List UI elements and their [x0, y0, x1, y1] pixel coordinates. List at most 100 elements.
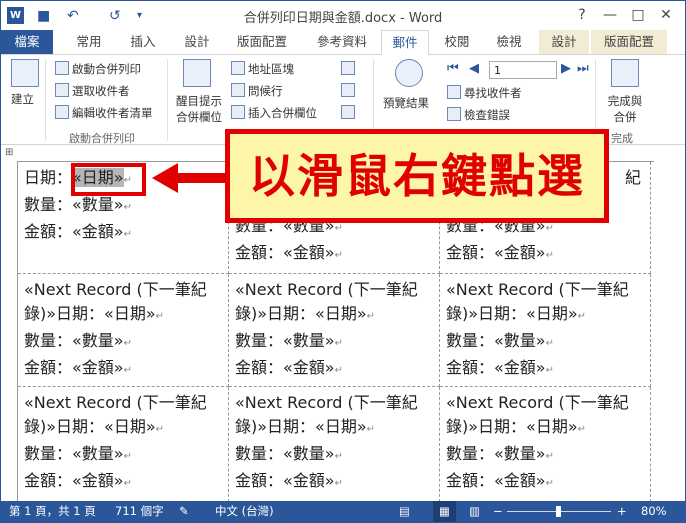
undo-icon[interactable]: ↶ [67, 6, 79, 26]
rules-icon[interactable] [341, 61, 358, 77]
tab-design[interactable]: 設計 [175, 30, 219, 54]
page-count[interactable]: 第 1 頁，共 1 頁 [9, 501, 96, 522]
edit-list-icon [55, 105, 69, 119]
find-recipient-label: 尋找收件者 [464, 86, 522, 100]
tab-review[interactable]: 校閱 [435, 30, 479, 54]
record-number-input[interactable]: 1 [489, 61, 557, 79]
select-recipients-button[interactable]: 選取收件者 [55, 83, 130, 99]
table-cell[interactable]: «Next Record (下一筆紀 錄)»日期：«日期»↵ 數量：«數量»↵ … [440, 274, 651, 387]
tab-home[interactable]: 常用 [67, 30, 111, 54]
zoom-in-button[interactable]: + [617, 501, 627, 522]
preview-results-button[interactable]: 預覽結果 [383, 95, 429, 111]
paragraph-mark: ↵ [577, 311, 587, 322]
qty-line: 數量：«數量» [446, 331, 546, 350]
next-record-icon[interactable]: ▶ [561, 61, 571, 76]
paragraph-mark: ↵ [123, 365, 132, 376]
minimize-button[interactable]: — [599, 5, 621, 25]
table-move-handle-icon[interactable]: ⊞ [5, 147, 13, 158]
amount-line: 金額：«金額» [24, 222, 124, 241]
zoom-slider-thumb[interactable] [556, 506, 561, 517]
amount-line: 金額：«金額» [446, 471, 546, 490]
web-layout-icon[interactable]: ▥ [469, 501, 480, 522]
redo-icon[interactable]: ↺ [109, 6, 121, 26]
address-block-button[interactable]: 地址區塊 [231, 61, 294, 77]
cell-line: 金額：«金額»↵ [446, 469, 645, 496]
paragraph-mark: ↵ [334, 250, 343, 261]
paragraph-mark: ↵ [545, 223, 554, 234]
match-fields-icon[interactable] [341, 83, 358, 99]
first-record-icon[interactable]: ⏮ [447, 61, 459, 76]
create-button[interactable]: 建立 [11, 91, 34, 107]
next-record-line: «Next Record (下一筆紀 [235, 280, 418, 299]
tab-layout[interactable]: 版面配置 [227, 30, 297, 54]
table-cell[interactable]: «Next Record (下一筆紀 錄)»日期：«日期»↵ 數量：«數量»↵ … [440, 387, 651, 502]
select-recipients-label: 選取收件者 [72, 84, 130, 98]
tab-insert[interactable]: 插入 [121, 30, 165, 54]
paragraph-mark: ↵ [545, 338, 554, 349]
cell-line: 錄)»日期：«日期»↵ [446, 302, 645, 329]
find-icon [447, 85, 461, 99]
next-record-line: «Next Record (下一筆紀 [235, 393, 418, 412]
amount-line: 金額：«金額» [24, 358, 124, 377]
update-labels-icon[interactable] [341, 105, 358, 121]
paragraph-mark: ↵ [366, 424, 376, 435]
paragraph-mark: ↵ [545, 365, 554, 376]
cell-line: 金額：«金額»↵ [24, 356, 223, 383]
print-layout-icon[interactable]: ▦ [433, 501, 456, 522]
finish-merge-icon [611, 59, 639, 87]
maximize-button[interactable]: □ [627, 5, 649, 25]
word-logo-icon: W [7, 7, 24, 24]
language-indicator[interactable]: 中文 (台灣) [215, 501, 274, 522]
check-errors-icon [447, 107, 461, 121]
next-record-line: «Next Record (下一筆紀 [446, 393, 629, 412]
tab-table-design[interactable]: 設計 [539, 30, 589, 54]
insert-merge-field-button[interactable]: 插入合併欄位 [231, 105, 317, 121]
cell-line: 金額：«金額»↵ [24, 469, 223, 496]
group-label-finish: 完成 [611, 132, 633, 145]
cell-line: 數量：«數量»↵ [235, 442, 434, 469]
tab-view[interactable]: 檢視 [487, 30, 531, 54]
tab-references[interactable]: 參考資料 [307, 30, 377, 54]
read-mode-icon[interactable]: ▤ [399, 501, 410, 522]
qat-customize-icon[interactable]: ▾ [137, 6, 142, 26]
highlight-fields-icon [183, 59, 211, 87]
table-cell[interactable]: «Next Record (下一筆紀 錄)»日期：«日期»↵ 數量：«數量»↵ … [229, 387, 440, 502]
paragraph-mark: ↵ [123, 451, 132, 462]
table-cell[interactable]: «Next Record (下一筆紀 錄)»日期：«日期»↵ 數量：«數量»↵ … [18, 387, 229, 502]
finish-label-2: 合併 [613, 110, 637, 124]
greeting-line-icon [231, 83, 245, 97]
highlight-merge-fields-button[interactable]: 醒目提示 合併欄位 [173, 93, 225, 125]
tab-table-layout[interactable]: 版面配置 [591, 30, 667, 54]
cell-line: 數量：«數量»↵ [446, 442, 645, 469]
amount-line: 金額：«金額» [446, 358, 546, 377]
check-errors-button[interactable]: 檢查錯誤 [447, 107, 510, 123]
finish-and-merge-button[interactable]: 完成與 合併 [601, 93, 649, 125]
find-recipient-button[interactable]: 尋找收件者 [447, 85, 522, 101]
word-count[interactable]: 711 個字 [115, 501, 164, 522]
tab-mailings[interactable]: 郵件 [381, 30, 429, 56]
previous-record-icon[interactable]: ◀ [469, 61, 479, 76]
table-cell[interactable]: «Next Record (下一筆紀 錄)»日期：«日期»↵ 數量：«數量»↵ … [18, 274, 229, 387]
amount-line: 金額：«金額» [235, 358, 335, 377]
close-button[interactable]: ✕ [655, 5, 677, 25]
zoom-out-button[interactable]: − [493, 501, 503, 522]
highlight-fields-label-1: 醒目提示 [176, 94, 222, 108]
help-button[interactable]: ? [571, 5, 593, 25]
next-record-date-line: 錄)»日期：«日期» [24, 304, 156, 323]
cell-line: 金額：«金額»↵ [446, 241, 645, 268]
annotation-arrow-head [152, 163, 178, 193]
proofing-icon[interactable]: ✎ [179, 501, 189, 522]
table-cell[interactable]: «Next Record (下一筆紀 錄)»日期：«日期»↵ 數量：«數量»↵ … [229, 274, 440, 387]
zoom-level[interactable]: 80% [641, 501, 667, 522]
tab-file[interactable]: 檔案 [1, 30, 53, 54]
cell-line: 錄)»日期：«日期»↵ [446, 415, 645, 442]
paragraph-mark: ↵ [123, 202, 132, 213]
address-block-label: 地址區塊 [248, 62, 294, 76]
greeting-line-button[interactable]: 問候行 [231, 83, 283, 99]
save-icon[interactable]: ■ [37, 6, 50, 26]
cell-line: 數量：«數量»↵ [24, 442, 223, 469]
last-record-icon[interactable]: ⏭ [577, 61, 589, 76]
start-mail-merge-button[interactable]: 啟動合併列印 [55, 61, 141, 77]
cell-line: 錄)»日期：«日期»↵ [24, 302, 223, 329]
edit-recipient-list-button[interactable]: 編輯收件者清單 [55, 105, 153, 121]
